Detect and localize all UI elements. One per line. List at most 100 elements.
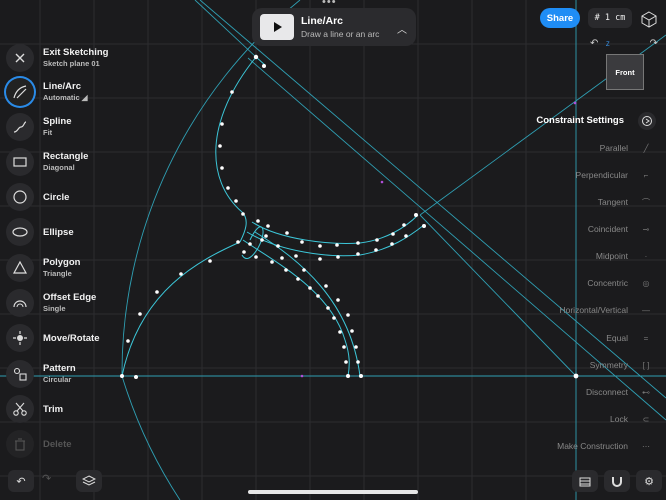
- circle-tool[interactable]: Circle: [6, 181, 166, 213]
- sketch-points[interactable]: [120, 54, 579, 379]
- line-arc-tool[interactable]: Line/Arc Automatic ◢: [6, 76, 166, 108]
- section-view-icon: [579, 477, 591, 487]
- rectangle-label: Rectangle: [43, 151, 89, 162]
- constraint-make-construction[interactable]: Make Construction: [557, 441, 628, 451]
- offset-edge-label: Offset Edge: [43, 292, 97, 303]
- rectangle-icon: [6, 148, 34, 176]
- trash-icon: [6, 430, 34, 458]
- pattern-icon: [6, 360, 34, 388]
- polygon-tool[interactable]: Polygon Triangle: [6, 252, 166, 284]
- pattern-sub: Circular: [43, 375, 72, 384]
- perpendicular-icon: ⌐: [643, 171, 649, 180]
- symmetry-icon: [ ]: [642, 361, 650, 370]
- tool-hint-banner[interactable]: Line/Arc Draw a line or an arc ︿: [252, 8, 416, 46]
- exit-sketching-button[interactable]: Exit Sketching Sketch plane 01: [6, 42, 166, 74]
- disconnect-icon: ⊷: [642, 388, 650, 397]
- section-view-button[interactable]: [572, 470, 598, 492]
- move-rotate-label: Move/Rotate: [43, 332, 100, 344]
- home-indicator: [248, 490, 418, 494]
- construction-line-center: [419, 214, 577, 377]
- constraint-midpoint[interactable]: Midpoint: [596, 251, 628, 261]
- trim-tool[interactable]: Trim: [6, 393, 166, 425]
- play-icon: [274, 22, 282, 32]
- gear-icon: ⚙: [644, 475, 654, 488]
- spline-tool[interactable]: Spline Fit: [6, 111, 166, 143]
- spline-label: Spline: [43, 116, 72, 127]
- layers-icon: [82, 475, 96, 486]
- constraint-disconnect[interactable]: Disconnect: [586, 387, 628, 397]
- line-arc-sub: Automatic ◢: [43, 93, 88, 102]
- sketch-curves: [121, 56, 425, 377]
- sketch-curve-loop: [241, 226, 264, 259]
- constraint-settings-button[interactable]: [638, 112, 656, 130]
- polygon-sub: Triangle: [43, 269, 72, 278]
- constraint-perpendicular[interactable]: Perpendicular: [576, 170, 628, 180]
- video-thumbnail[interactable]: [260, 14, 294, 40]
- banner-subtitle: Draw a line or an arc: [301, 29, 380, 39]
- scissors-icon: [6, 395, 34, 423]
- settings-gear-icon: [642, 116, 652, 126]
- ellipse-icon: [6, 218, 34, 246]
- rotate-right-icon[interactable]: ↷: [650, 38, 658, 49]
- parallel-icon: ╱: [643, 144, 649, 153]
- share-button[interactable]: Share: [540, 8, 580, 28]
- line-arc-icon: [6, 78, 34, 106]
- offset-edge-tool[interactable]: Offset Edge Single: [6, 287, 166, 319]
- view-cube-icon[interactable]: [640, 10, 658, 28]
- constraint-coincident[interactable]: Coincident: [588, 224, 628, 234]
- handle-dots[interactable]: •••: [322, 0, 337, 8]
- circle-label: Circle: [43, 191, 70, 203]
- offset-edge-icon: [6, 289, 34, 317]
- lock-icon: ⊂: [642, 415, 650, 424]
- view-cube-face-label: Front: [615, 67, 635, 77]
- view-cube[interactable]: ↶ ↷ Z Front: [588, 38, 660, 96]
- offset-edge-sub: Single: [43, 304, 66, 313]
- midpoint-icon: ·: [644, 252, 648, 261]
- redo-button[interactable]: ↷: [42, 472, 51, 485]
- constraint-parallel[interactable]: Parallel: [600, 143, 628, 153]
- constraint-horizontal-vertical[interactable]: Horizontal/Vertical: [559, 305, 628, 315]
- view-cube-front-face[interactable]: Front: [606, 54, 644, 90]
- sketch-canvas[interactable]: [0, 0, 666, 500]
- grid-size-button[interactable]: # 1 cm: [588, 8, 632, 28]
- rectangle-tool[interactable]: Rectangle Diagonal: [6, 146, 166, 178]
- layers-button[interactable]: [76, 470, 102, 492]
- equal-icon: =: [643, 334, 649, 343]
- construction-arc: [121, 0, 301, 500]
- banner-title: Line/Arc: [301, 15, 344, 27]
- sketch-curve-top: [215, 56, 257, 243]
- axis-z-label: Z: [606, 42, 610, 48]
- ellipse-tool[interactable]: Ellipse: [6, 216, 166, 248]
- exit-sketching-label: Exit Sketching: [43, 47, 109, 58]
- undo-button[interactable]: ↶: [8, 470, 34, 492]
- make-construction-icon: ⋯: [642, 442, 650, 451]
- circle-icon: [6, 183, 34, 211]
- pattern-tool[interactable]: Pattern Circular: [6, 358, 166, 390]
- triangle-icon: [6, 254, 34, 282]
- rectangle-sub: Diagonal: [43, 163, 75, 172]
- constraint-concentric[interactable]: Concentric: [587, 278, 628, 288]
- magnet-icon: [612, 477, 622, 487]
- settings-button[interactable]: ⚙: [636, 470, 662, 492]
- tangent-icon: ⌒: [642, 198, 650, 207]
- constraint-symmetry[interactable]: Symmetry: [590, 360, 628, 370]
- move-rotate-tool[interactable]: Move/Rotate: [6, 322, 166, 354]
- redo-icon: ↷: [42, 473, 52, 485]
- coincident-icon: ⊸: [642, 225, 650, 234]
- undo-icon: ↶: [16, 475, 26, 488]
- constraint-tangent[interactable]: Tangent: [598, 197, 628, 207]
- constraint-settings-title: Constraint Settings: [536, 115, 624, 126]
- snap-button[interactable]: [604, 470, 630, 492]
- close-icon: [6, 44, 34, 72]
- constraint-equal[interactable]: Equal: [606, 333, 628, 343]
- chevron-up-icon[interactable]: ︿: [397, 21, 407, 36]
- sketch-curve-lower-2: [254, 231, 361, 377]
- exit-sketching-sub: Sketch plane 01: [43, 59, 100, 68]
- sketch-curve-inner-2: [246, 224, 425, 257]
- trim-label: Trim: [43, 403, 64, 415]
- construction-line-top: [194, 0, 257, 58]
- constraint-lock[interactable]: Lock: [610, 414, 628, 424]
- rotate-left-icon[interactable]: ↶: [590, 38, 598, 49]
- delete-tool[interactable]: Delete: [6, 428, 166, 460]
- horizontal-vertical-icon: —: [642, 306, 650, 315]
